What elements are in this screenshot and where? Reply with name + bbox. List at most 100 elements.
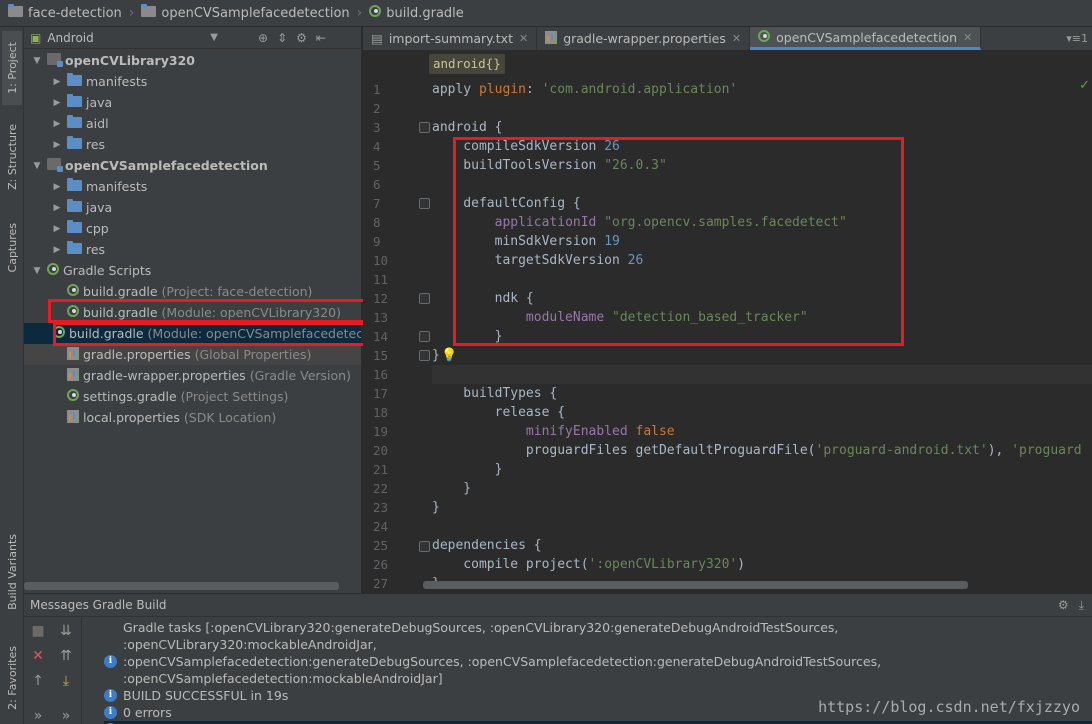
fold-icon[interactable]: [419, 198, 430, 209]
chevron-down-icon[interactable]: ▼: [30, 161, 44, 171]
fold-icon[interactable]: [419, 541, 430, 552]
tab-gradle-wrapper[interactable]: gradle-wrapper.properties ✕: [537, 27, 751, 50]
tree-item[interactable]: ▶ cpp: [24, 218, 361, 239]
tool-tab-label: Z: Structure: [5, 124, 19, 190]
code-line[interactable]: }: [432, 479, 1092, 498]
horizontal-scrollbar[interactable]: [24, 582, 339, 590]
tree-item[interactable]: ▼ openCVSamplefacedetection: [24, 155, 361, 176]
tab-import-summary[interactable]: ▤ import-summary.txt ✕: [363, 27, 538, 50]
code-line[interactable]: dependencies {: [432, 536, 1092, 555]
chevron-down-icon[interactable]: ▼: [30, 56, 44, 66]
tab-label: gradle-wrapper.properties: [563, 31, 726, 46]
code-line[interactable]: [432, 99, 1092, 118]
hide-icon[interactable]: ⇤: [316, 31, 326, 45]
chevron-right-icon[interactable]: ▶: [50, 119, 64, 129]
tree-item[interactable]: gradle.properties (Global Properties): [24, 344, 361, 365]
editor-tab-bar: ▤ import-summary.txt ✕ gradle-wrapper.pr…: [363, 27, 1092, 51]
message-line[interactable]: i:openCVSamplefacedetection:generateDebu…: [104, 653, 1092, 670]
code-line[interactable]: minifyEnabled false: [432, 422, 1092, 441]
target-icon[interactable]: ⊕: [258, 31, 268, 45]
code-line[interactable]: }: [432, 498, 1092, 517]
chevron-right-icon[interactable]: ▶: [50, 245, 64, 255]
tree-item[interactable]: ▶ java: [24, 197, 361, 218]
code-editor[interactable]: android{} ✓ 1 2 3 4 5 6 7 8 9 10 11 12 13 14 15 16 17 18 1…: [363, 52, 1092, 589]
tab-list-menu[interactable]: ▾≡1: [1066, 27, 1092, 50]
message-line[interactable]: :openCVSamplefacedetection:mockableAndro…: [104, 670, 1092, 687]
hide-icon[interactable]: ⤓: [1079, 598, 1084, 613]
up-arrow-icon[interactable]: ↑: [30, 673, 46, 689]
chevron-down-icon: ▼: [210, 32, 218, 43]
close-icon[interactable]: ✕: [30, 648, 46, 664]
nav-crumb-file[interactable]: build.gradle: [369, 0, 464, 27]
code-line[interactable]: }: [432, 460, 1092, 479]
chevron-right-icon[interactable]: ▶: [50, 203, 64, 213]
code-line[interactable]: }: [432, 346, 1092, 365]
line-number: 7: [373, 196, 381, 211]
tool-tab-structure[interactable]: Z: Structure: [2, 117, 22, 197]
message-line[interactable]: Gradle tasks [:openCVLibrary320:generate…: [104, 619, 1092, 653]
gear-icon[interactable]: ⚙: [296, 31, 307, 45]
tree-item[interactable]: ▶ java: [24, 92, 361, 113]
chevron-right-icon[interactable]: ▶: [50, 98, 64, 108]
tool-tab-build-variants[interactable]: Build Variants: [2, 527, 22, 617]
code-line[interactable]: [432, 517, 1092, 536]
tree-item[interactable]: settings.gradle (Project Settings): [24, 386, 361, 407]
tree-item[interactable]: gradle-wrapper.properties (Gradle Version…: [24, 365, 361, 386]
gradle-icon: [67, 284, 79, 299]
tree-item-label: build.gradle: [83, 284, 158, 299]
tree-item[interactable]: ▼ Gradle Scripts: [24, 260, 361, 281]
tab-opencvsamplefacedetection[interactable]: openCVSamplefacedetection ✕: [750, 27, 982, 50]
expand-all-icon[interactable]: ⇊: [58, 623, 74, 639]
info-icon: i: [104, 689, 117, 702]
horizontal-scrollbar[interactable]: [423, 581, 968, 589]
tree-item-hint: (Project Settings): [180, 389, 289, 404]
collapse-icon[interactable]: ⇕: [277, 31, 287, 45]
close-icon[interactable]: ✕: [519, 32, 528, 45]
stop-icon[interactable]: ■: [30, 623, 46, 639]
tree-item[interactable]: ▶ manifests: [24, 71, 361, 92]
code-line[interactable]: [432, 365, 1092, 384]
export-icon[interactable]: ⤓: [58, 673, 74, 689]
more-icon[interactable]: »: [58, 708, 74, 724]
tool-tab-label: Build Variants: [5, 534, 19, 610]
lightbulb-icon[interactable]: 💡: [441, 348, 457, 363]
tree-item[interactable]: ▶ res: [24, 134, 361, 155]
tree-item[interactable]: local.properties (SDK Location): [24, 407, 361, 428]
tree-item-label: openCVSamplefacedetection: [65, 158, 268, 173]
code-line[interactable]: proguardFiles getDefaultProguardFile('pr…: [432, 441, 1092, 460]
code-line[interactable]: android {: [432, 118, 1092, 137]
tool-tab-captures[interactable]: Captures: [2, 213, 22, 283]
line-number: 26: [373, 557, 389, 572]
collapse-all-icon[interactable]: ⇈: [58, 648, 74, 664]
code-line[interactable]: apply plugin: 'com.android.application': [432, 80, 1092, 99]
more-icon[interactable]: »: [30, 708, 46, 724]
code-breadcrumb[interactable]: android{}: [429, 54, 505, 74]
tab-label: openCVSamplefacedetection: [776, 29, 958, 45]
fold-icon[interactable]: [419, 331, 430, 342]
tool-tab-project[interactable]: 1: Project: [2, 31, 22, 105]
tree-item[interactable]: ▶ manifests: [24, 176, 361, 197]
fold-icon[interactable]: [419, 293, 430, 304]
gear-icon[interactable]: ⚙: [1058, 598, 1069, 613]
chevron-right-icon[interactable]: ▶: [50, 224, 64, 234]
nav-crumb-module[interactable]: openCVSamplefacedetection: [141, 0, 350, 27]
nav-crumb-label: build.gradle: [386, 5, 464, 21]
fold-icon[interactable]: [419, 350, 430, 361]
close-icon[interactable]: ✕: [963, 31, 972, 44]
code-line[interactable]: compile project(':openCVLibrary320'): [432, 555, 1092, 574]
code-token: }: [432, 462, 503, 477]
code-line[interactable]: buildTypes {: [432, 384, 1092, 403]
tree-item[interactable]: ▶ aidl: [24, 113, 361, 134]
chevron-right-icon[interactable]: ▶: [50, 77, 64, 87]
chevron-right-icon[interactable]: ▶: [50, 182, 64, 192]
chevron-down-icon[interactable]: ▼: [30, 266, 44, 276]
code-line[interactable]: release {: [432, 403, 1092, 422]
tree-item[interactable]: ▼ openCVLibrary320: [24, 50, 361, 71]
fold-icon[interactable]: [419, 122, 430, 133]
close-icon[interactable]: ✕: [732, 32, 741, 45]
tree-item[interactable]: ▶ res: [24, 239, 361, 260]
chevron-right-icon[interactable]: ▶: [50, 140, 64, 150]
nav-crumb-project[interactable]: face-detection: [8, 0, 122, 27]
tool-tab-favorites[interactable]: 2: Favorites: [2, 637, 22, 719]
project-view-selector[interactable]: ▣ Android ▼: [30, 31, 218, 45]
